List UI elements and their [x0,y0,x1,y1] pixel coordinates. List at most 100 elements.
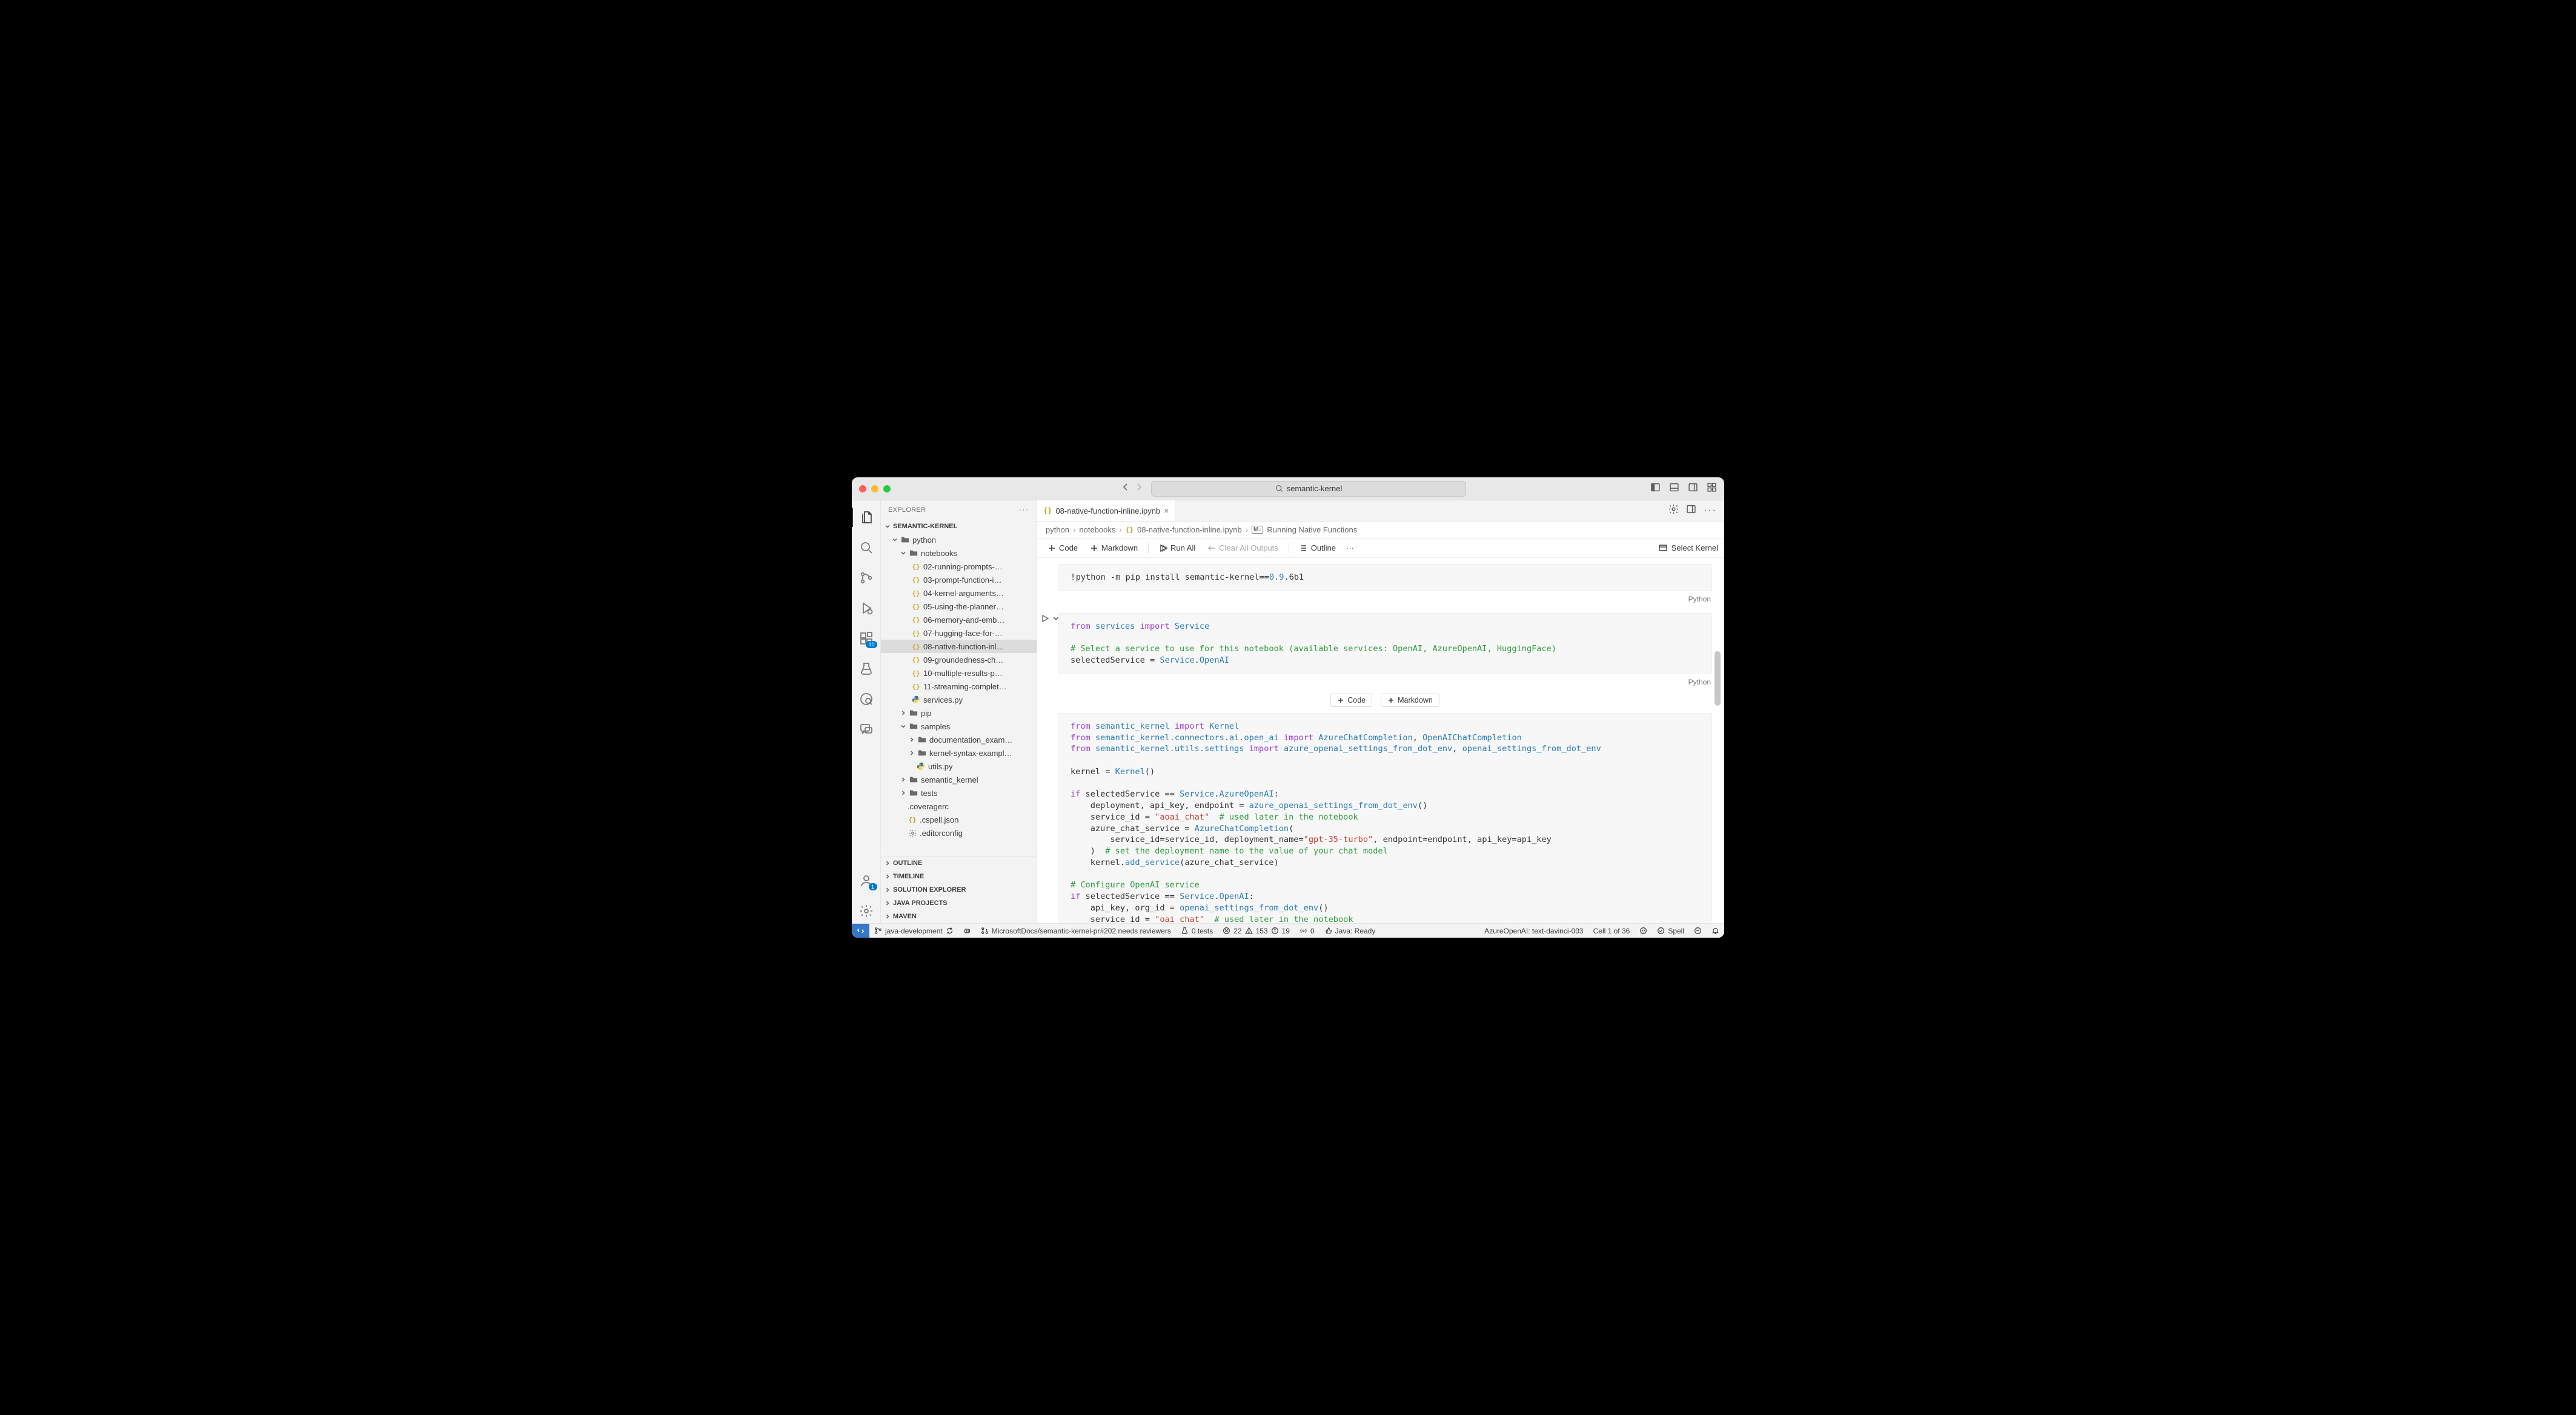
tab-title: 08-native-function-inline.ipynb [1055,506,1160,515]
folder-notebooks[interactable]: notebooks [881,546,1037,560]
tab-close-icon[interactable]: × [1164,506,1169,515]
markdown-icon: M↓ [1252,526,1263,534]
sync-icon[interactable] [946,927,954,935]
status-bar: java-development MicrosoftDocs/semantic-… [852,923,1724,938]
project-root[interactable]: SEMANTIC-KERNEL [881,520,1037,533]
section-timeline[interactable]: TIMELINE [881,870,1037,883]
nav-forward[interactable] [1134,482,1144,495]
folder-pip[interactable]: pip [881,706,1037,720]
sidebar-more-icon[interactable]: ··· [1019,506,1029,514]
status-bell-icon[interactable] [1707,927,1724,935]
file-notebook[interactable]: {}09-groundedness-ch… [881,653,1037,666]
customize-layout-icon[interactable] [1707,482,1717,495]
editor-tabs: {} 08-native-function-inline.ipynb × ··· [1037,500,1724,522]
folder-icon [909,709,918,717]
folder-tests[interactable]: tests [881,786,1037,800]
section-outline[interactable]: OUTLINE [881,857,1037,870]
file-coveragerc[interactable]: .coveragerc [881,800,1037,813]
code-cell[interactable]: from services import Service # Select a … [1058,613,1712,674]
folder-semantic-kernel[interactable]: semantic_kernel [881,773,1037,786]
remote-indicator[interactable] [852,924,869,938]
split-editor-icon[interactable] [1686,504,1696,517]
status-pr[interactable]: MicrosoftDocs/semantic-kernel-pr#202 nee… [976,924,1176,938]
maximize-window[interactable] [883,485,891,492]
activity-debug[interactable] [852,596,881,620]
folder-doc-examples[interactable]: documentation_exam… [881,733,1037,746]
file-utils-py[interactable]: utils.py [881,760,1037,773]
radio-icon [1300,927,1307,935]
clear-outputs-button[interactable]: Clear All Outputs [1203,542,1283,554]
insert-markdown-button[interactable]: Markdown [1381,694,1439,707]
status-prettier-icon[interactable] [1689,927,1707,935]
file-notebook[interactable]: {}03-prompt-function-i… [881,573,1037,586]
more-icon[interactable]: ··· [1704,505,1717,516]
status-spell[interactable]: Spell [1652,927,1689,935]
select-kernel-button[interactable]: Select Kernel [1658,543,1718,553]
add-code-button[interactable]: Code [1043,542,1082,554]
activity-chat[interactable] [852,717,881,741]
insert-code-button[interactable]: Code [1330,694,1372,707]
chevron-right-icon: › [1073,525,1075,534]
folder-kernel-syntax[interactable]: kernel-syntax-exampl… [881,746,1037,760]
file-notebook[interactable]: {}05-using-the-planner… [881,600,1037,613]
toggle-secondary-sidebar-icon[interactable] [1688,482,1698,495]
section-java[interactable]: JAVA PROJECTS [881,896,1037,910]
file-cspell[interactable]: {}.cspell.json [881,813,1037,826]
file-notebook[interactable]: {}11-streaming-complet… [881,680,1037,693]
scrollbar-thumb[interactable] [1715,651,1721,706]
status-feedback-icon[interactable] [1635,927,1652,935]
python-icon [916,762,926,770]
toggle-primary-sidebar-icon[interactable] [1650,482,1661,495]
section-maven[interactable]: MAVEN [881,910,1037,923]
more-icon[interactable]: ··· [1344,543,1356,552]
activity-explorer[interactable] [852,505,881,529]
add-markdown-button[interactable]: Markdown [1086,542,1142,554]
gear-icon[interactable] [1668,504,1679,517]
file-notebook[interactable]: {}07-hugging-face-for-… [881,626,1037,640]
outline-button[interactable]: Outline [1295,542,1340,554]
toggle-panel-icon[interactable] [1669,482,1679,495]
file-services-py[interactable]: services.py [881,693,1037,706]
chevron-down-icon[interactable] [1052,614,1060,626]
breadcrumb-segment[interactable]: python [1046,525,1069,534]
section-solution[interactable]: SOLUTION EXPLORER [881,883,1037,896]
run-all-button[interactable]: Run All [1155,542,1200,554]
file-notebook-active[interactable]: {}08-native-function-inl… [881,640,1037,653]
activity-scm[interactable] [852,566,881,590]
status-model[interactable]: AzureOpenAI: text-davinci-003 [1479,927,1588,935]
breadcrumb-segment[interactable]: Running Native Functions [1267,525,1357,534]
activity-accounts[interactable]: 1 [852,869,881,893]
minimize-window[interactable] [871,485,878,492]
file-notebook[interactable]: {}10-multiple-results-p… [881,666,1037,680]
status-cell-position[interactable]: Cell 1 of 36 [1588,927,1635,935]
activity-extensions[interactable]: 10 [852,626,881,651]
file-notebook[interactable]: {}06-memory-and-emb… [881,613,1037,626]
status-ports[interactable]: 0 [1295,924,1320,938]
activity-search[interactable] [852,535,881,560]
editor-tab-active[interactable]: {} 08-native-function-inline.ipynb × [1037,500,1175,521]
nav-back[interactable] [1121,482,1130,495]
breadcrumb-segment[interactable]: 08-native-function-inline.ipynb [1137,525,1242,534]
folder-samples[interactable]: samples [881,720,1037,733]
command-center[interactable]: semantic-kernel [1151,481,1466,497]
folder-python[interactable]: python [881,533,1037,546]
status-branch[interactable]: java-development [869,924,958,938]
code-cell[interactable]: !python -m pip install semantic-kernel==… [1058,564,1712,591]
status-problems[interactable]: 22 153 19 [1218,924,1295,938]
notebook-cells[interactable]: !python -m pip install semantic-kernel==… [1037,558,1724,923]
status-copilot[interactable] [958,924,976,938]
activity-testing[interactable] [852,657,881,681]
file-notebook[interactable]: {}02-running-prompts-… [881,560,1037,573]
status-tests[interactable]: 0 tests [1176,924,1218,938]
status-java[interactable]: Java: Ready [1320,924,1381,938]
breadcrumb-segment[interactable]: notebooks [1079,525,1115,534]
cell-gutter [1041,614,1060,626]
close-window[interactable] [859,485,866,492]
activity-remote-explorer[interactable] [852,687,881,711]
file-notebook[interactable]: {}04-kernel-arguments… [881,586,1037,600]
file-editorconfig[interactable]: .editorconfig [881,826,1037,840]
code-cell[interactable]: from semantic_kernel import Kernel from … [1058,713,1712,923]
activity-settings[interactable] [852,899,881,923]
run-cell-icon[interactable] [1041,614,1049,626]
breadcrumb[interactable]: python › notebooks › {} 08-native-functi… [1037,522,1724,538]
